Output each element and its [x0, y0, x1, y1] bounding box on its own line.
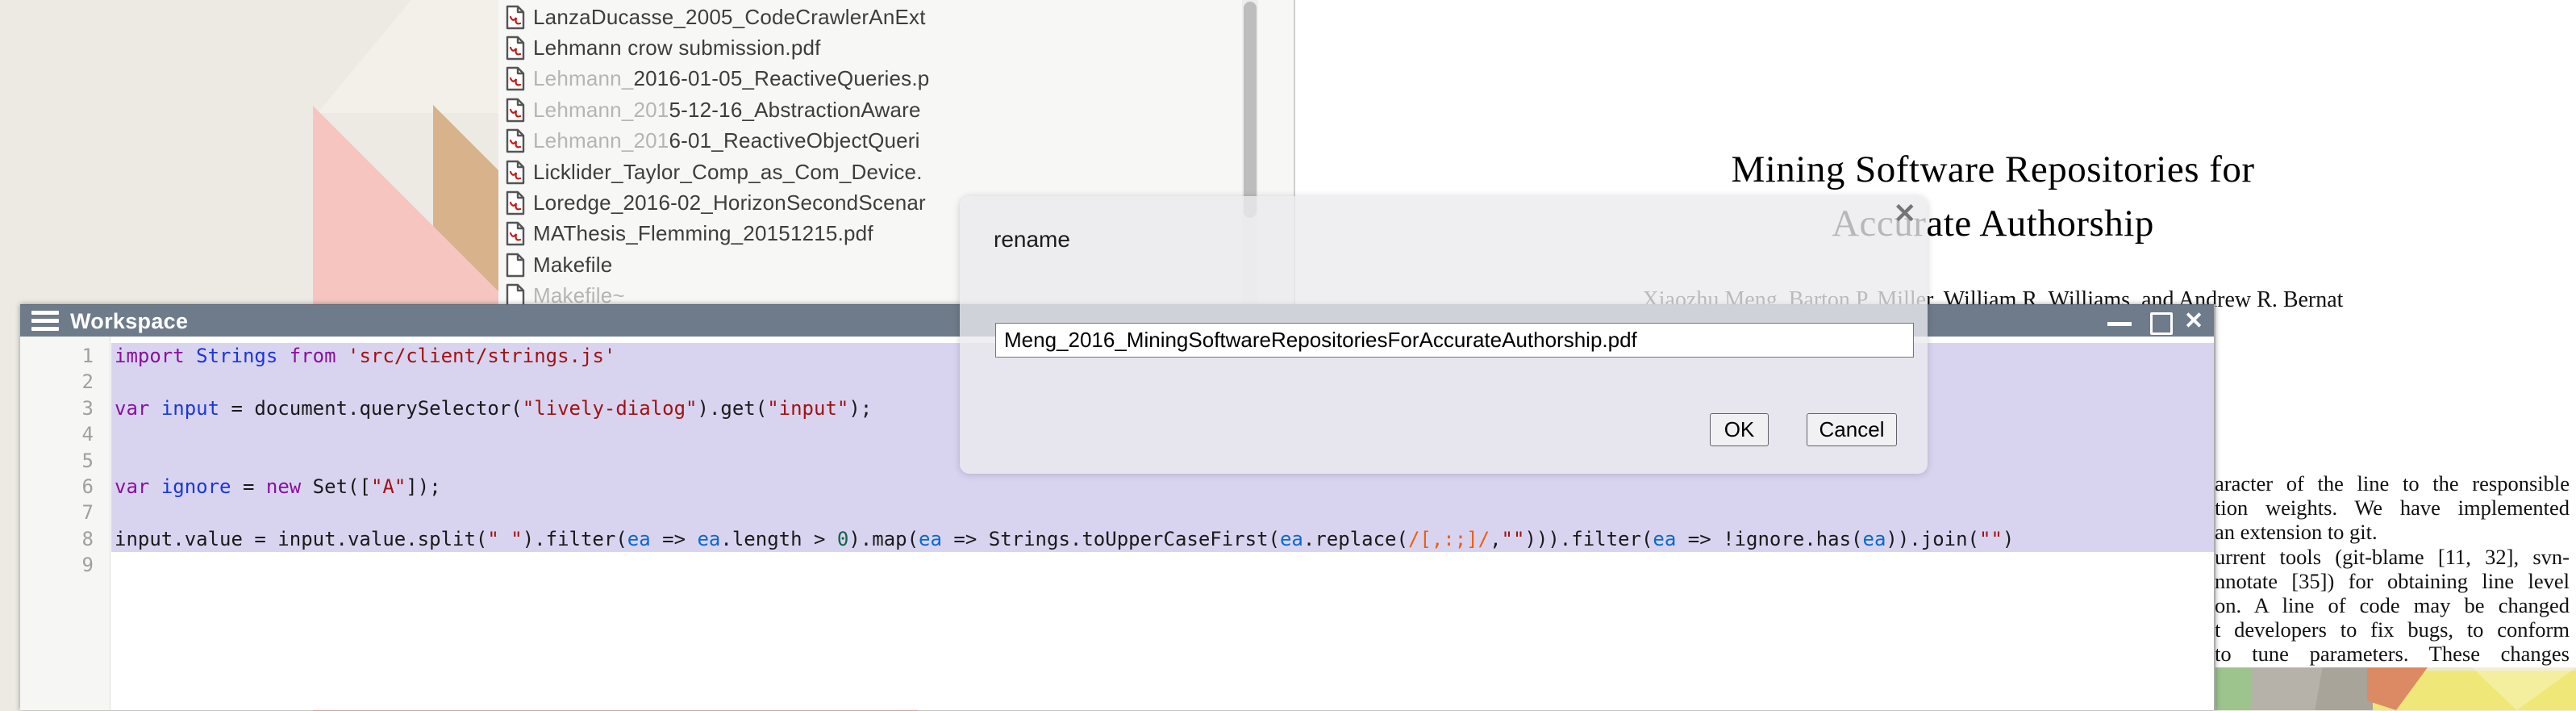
file-name: Lehmann_2015-12-16_AbstractionAware — [533, 98, 921, 123]
file-name: MAThesis_Flemming_20151215.pdf — [533, 221, 873, 246]
paper-text-line: to tune parameters. These changes — [2215, 642, 2570, 666]
dialog-close-icon[interactable]: ✕ — [1894, 198, 1917, 230]
paper-title-line1: Mining Software Repositories for — [1295, 148, 2576, 191]
line-number: 6 — [20, 474, 94, 500]
file-icon — [505, 253, 526, 278]
desktop: { "colors": { "titlebar": "#6e7b8a", "se… — [0, 0, 2576, 710]
file-name: Loredge_2016-02_HorizonSecondScenar — [533, 190, 926, 215]
code-line — [115, 552, 2214, 578]
cancel-button[interactable]: Cancel — [1807, 413, 1897, 446]
pdf-file-icon — [505, 66, 526, 91]
dialog-title: rename — [994, 227, 1070, 253]
pdf-file-icon — [505, 160, 526, 185]
pdf-file-icon — [505, 36, 526, 61]
pdf-file-icon — [505, 128, 526, 153]
window-title: Workspace — [70, 305, 188, 337]
file-item[interactable]: Lehmann_2016-01-05_ReactiveQueries.p — [505, 64, 1237, 94]
wallpaper-green-facet — [2215, 667, 2252, 710]
pdf-file-icon — [505, 5, 526, 30]
line-number: 8 — [20, 526, 94, 552]
file-name: Makefile — [533, 253, 612, 278]
code-line: var ignore = new Set(["A"]); — [115, 474, 2214, 500]
scrollbar-thumb[interactable] — [1244, 2, 1257, 218]
file-item[interactable]: Lehmann_2015-12-16_AbstractionAware — [505, 94, 1237, 125]
maximize-button[interactable] — [2150, 305, 2170, 337]
close-button[interactable]: ✕ — [2180, 305, 2207, 337]
file-name: Lehmann_2016-01_ReactiveObjectQueri — [533, 128, 920, 153]
menu-icon[interactable] — [31, 311, 59, 331]
paper-text-line: tion weights. We have implemented — [2215, 496, 2570, 520]
pdf-file-icon — [505, 98, 526, 123]
paper-text-line: an extension to git. — [2215, 520, 2570, 544]
wallpaper-polygon-strip — [2215, 667, 2576, 710]
paper-text-line: on. A line of code may be changed — [2215, 593, 2570, 617]
file-name: Lehmann crow submission.pdf — [533, 36, 821, 61]
minimize-button[interactable] — [2107, 305, 2132, 337]
line-number: 7 — [20, 500, 94, 525]
line-number: 1 — [20, 343, 94, 369]
paper-text-line: t developers to fix bugs, to conform — [2215, 617, 2570, 642]
line-number: 5 — [20, 448, 94, 474]
pdf-file-icon — [505, 190, 526, 215]
file-item[interactable]: Licklider_Taylor_Comp_as_Com_Device. — [505, 157, 1237, 187]
pdf-file-icon — [505, 221, 526, 246]
code-line — [115, 500, 2214, 525]
line-number: 4 — [20, 421, 94, 447]
line-number: 2 — [20, 369, 94, 395]
file-item[interactable]: LanzaDucasse_2005_CodeCrawlerAnExt — [505, 2, 1237, 32]
filename-input[interactable] — [995, 323, 1914, 358]
wallpaper-yellow-highlight — [2428, 667, 2576, 710]
rename-dialog: rename ✕ OK Cancel — [960, 196, 1928, 474]
file-item[interactable]: Lehmann_2016-01_ReactiveObjectQueri — [505, 126, 1237, 157]
line-number: 3 — [20, 395, 94, 421]
editor-gutter: 123456789 — [20, 337, 110, 710]
wallpaper-light-facet — [266, 0, 500, 113]
wallpaper-salmon-facet — [2367, 667, 2428, 710]
line-number: 9 — [20, 552, 94, 578]
wallpaper-gray-facet — [2252, 667, 2373, 710]
paper-text-line: nnotate [35]) for obtaining line level — [2215, 569, 2570, 593]
ok-button[interactable]: OK — [1710, 413, 1769, 446]
paper-text-line: urrent tools (git-blame [11, 32], svn- — [2215, 545, 2570, 569]
code-line: input.value = input.value.split(" ").fil… — [115, 526, 2214, 552]
file-name: Lehmann_2016-01-05_ReactiveQueries.p — [533, 66, 929, 91]
file-item[interactable]: Lehmann crow submission.pdf — [505, 32, 1237, 63]
paper-text-line: aracter of the line to the responsible — [2215, 471, 2570, 496]
file-name: Licklider_Taylor_Comp_as_Com_Device. — [533, 160, 923, 185]
paper-body-column: aracter of the line to the responsibleti… — [2215, 471, 2570, 667]
file-name: LanzaDucasse_2005_CodeCrawlerAnExt — [533, 5, 926, 30]
